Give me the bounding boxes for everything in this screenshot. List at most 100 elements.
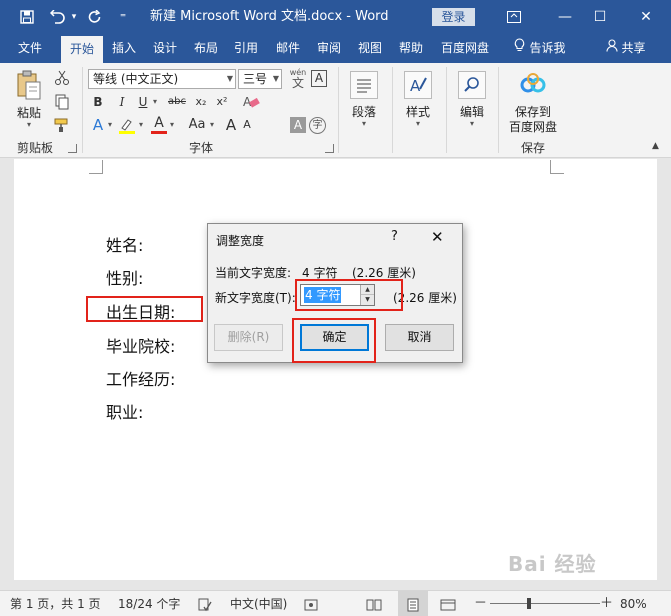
document-line-experience[interactable]: 工作经历: xyxy=(106,366,175,390)
vertical-scrollbar[interactable] xyxy=(657,159,671,590)
text-effects-button[interactable]: A xyxy=(90,115,106,135)
font-color-glyph: A xyxy=(154,115,164,131)
highlight-caret-icon[interactable]: ▾ xyxy=(137,115,145,135)
undo-icon[interactable] xyxy=(48,0,68,34)
group-separator xyxy=(498,67,499,153)
highlight-color-icon[interactable] xyxy=(118,117,136,138)
customize-quick-access-icon[interactable]: ⁼ xyxy=(114,0,132,34)
copy-icon[interactable] xyxy=(54,94,70,113)
text-effects-caret-icon[interactable]: ▾ xyxy=(106,115,114,135)
print-layout-icon[interactable] xyxy=(398,591,428,616)
proofing-icon[interactable] xyxy=(198,591,212,616)
shrink-font-button[interactable]: A xyxy=(240,115,254,135)
zoom-slider-track[interactable] xyxy=(490,603,600,604)
tab-file[interactable]: 文件 xyxy=(8,34,52,63)
close-dialog-button[interactable]: ✕ xyxy=(431,228,444,246)
tab-baidu-netdisk[interactable]: 百度网盘 xyxy=(434,34,496,63)
collapse-ribbon-icon[interactable]: ▲ xyxy=(652,141,659,151)
font-launcher-icon[interactable] xyxy=(325,144,334,153)
document-line-gender[interactable]: 性别: xyxy=(106,265,143,289)
share-button[interactable]: 共享 xyxy=(598,34,654,63)
page-count[interactable]: 第 1 页，共 1 页 xyxy=(10,591,101,616)
minimize-button[interactable]: — xyxy=(547,0,583,34)
phonetic-guide-button[interactable]: wén 文 xyxy=(287,68,309,90)
tab-review[interactable]: 审阅 xyxy=(311,34,347,63)
underline-caret-icon[interactable]: ▾ xyxy=(151,92,159,112)
tab-layout[interactable]: 布局 xyxy=(188,34,224,63)
zoom-level[interactable]: 80% xyxy=(620,591,647,616)
format-painter-icon[interactable] xyxy=(54,117,70,136)
font-size-combobox[interactable]: 三号 ▼ xyxy=(238,69,282,89)
cancel-button[interactable]: 取消 xyxy=(385,324,454,351)
document-line-occupation[interactable]: 职业: xyxy=(106,399,143,423)
bold-button[interactable]: B xyxy=(90,92,106,112)
title-bar: ▾ ⁼ 新建 Microsoft Word 文档.docx - Word 登录 … xyxy=(0,0,671,34)
grow-font-button[interactable]: A xyxy=(224,115,238,135)
tab-design[interactable]: 设计 xyxy=(147,34,183,63)
help-button[interactable]: ? xyxy=(391,229,398,244)
undo-dropdown-icon[interactable]: ▾ xyxy=(68,0,80,34)
tab-references[interactable]: 引用 xyxy=(228,34,264,63)
tab-home[interactable]: 开始 xyxy=(61,36,103,63)
paragraph-icon[interactable] xyxy=(350,71,378,99)
clipboard-launcher-icon[interactable] xyxy=(68,144,77,153)
chevron-down-icon: ▼ xyxy=(272,74,279,83)
change-case-caret-icon[interactable]: ▾ xyxy=(208,115,216,135)
document-line-name[interactable]: 姓名: xyxy=(106,232,143,256)
cut-icon[interactable] xyxy=(54,70,70,89)
enclose-characters-button[interactable]: 字 xyxy=(309,117,326,134)
restore-button[interactable]: ☐ xyxy=(582,0,618,34)
font-name-combobox[interactable]: 等线 (中文正文) ▼ xyxy=(88,69,236,89)
change-case-button[interactable]: Aa xyxy=(186,115,208,135)
document-line-school[interactable]: 毕业院校: xyxy=(106,333,175,357)
italic-button[interactable]: I xyxy=(114,92,130,112)
language-indicator[interactable]: 中文(中国) xyxy=(230,591,287,616)
subscript-button[interactable]: x₂ xyxy=(192,92,210,112)
font-color-button[interactable]: A xyxy=(150,115,168,135)
save-baidu-label-2[interactable]: 百度网盘 xyxy=(504,118,562,135)
paste-caret-icon[interactable]: ▾ xyxy=(23,120,35,129)
paragraph-label[interactable]: 段落 xyxy=(344,103,384,120)
paste-icon[interactable] xyxy=(12,69,46,101)
word-count[interactable]: 18/24 个字 xyxy=(118,591,180,616)
clear-formatting-icon[interactable]: A xyxy=(242,94,260,113)
macro-record-icon[interactable] xyxy=(304,591,318,616)
group-separator xyxy=(446,67,447,153)
zoom-out-button[interactable]: － xyxy=(474,591,487,616)
underline-button[interactable]: U xyxy=(135,92,151,112)
editing-caret-icon[interactable]: ▾ xyxy=(466,119,478,128)
login-button[interactable]: 登录 xyxy=(432,8,475,26)
editing-label[interactable]: 编辑 xyxy=(452,103,492,120)
redo-icon[interactable] xyxy=(84,0,106,34)
strikethrough-button[interactable]: abc xyxy=(165,92,189,112)
tab-help[interactable]: 帮助 xyxy=(393,34,429,63)
font-color-swatch xyxy=(151,131,167,134)
delete-button[interactable]: 删除(R) xyxy=(214,324,283,351)
save-icon[interactable] xyxy=(14,0,40,34)
zoom-in-button[interactable]: ＋ xyxy=(600,591,613,616)
paste-label[interactable]: 粘贴 xyxy=(14,104,44,121)
search-icon[interactable] xyxy=(458,71,486,99)
paragraph-caret-icon[interactable]: ▾ xyxy=(358,119,370,128)
tab-mailings[interactable]: 邮件 xyxy=(270,34,306,63)
ribbon-display-options-icon[interactable] xyxy=(496,0,532,34)
font-group-label: 字体 xyxy=(188,141,213,155)
character-border-button[interactable]: A xyxy=(311,70,327,87)
zoom-slider-thumb[interactable] xyxy=(527,598,531,609)
styles-icon[interactable]: A xyxy=(404,71,432,99)
styles-caret-icon[interactable]: ▾ xyxy=(412,119,424,128)
tell-me-box[interactable]: 告诉我 xyxy=(505,34,575,63)
tab-insert[interactable]: 插入 xyxy=(106,34,142,63)
close-window-button[interactable]: ✕ xyxy=(628,0,664,34)
font-color-caret-icon[interactable]: ▾ xyxy=(168,115,176,135)
watermark-text: Bai 经验 xyxy=(508,552,597,576)
tab-view[interactable]: 视图 xyxy=(352,34,388,63)
character-shading-button[interactable]: A xyxy=(290,117,306,133)
current-width-label: 当前文字宽度: xyxy=(215,266,292,280)
superscript-button[interactable]: x² xyxy=(213,92,231,112)
read-mode-icon[interactable] xyxy=(366,591,382,616)
clipboard-group-label: 剪贴板 xyxy=(16,141,53,155)
baidu-netdisk-icon[interactable] xyxy=(518,69,548,99)
styles-label[interactable]: 样式 xyxy=(398,103,438,120)
web-layout-icon[interactable] xyxy=(440,591,456,616)
